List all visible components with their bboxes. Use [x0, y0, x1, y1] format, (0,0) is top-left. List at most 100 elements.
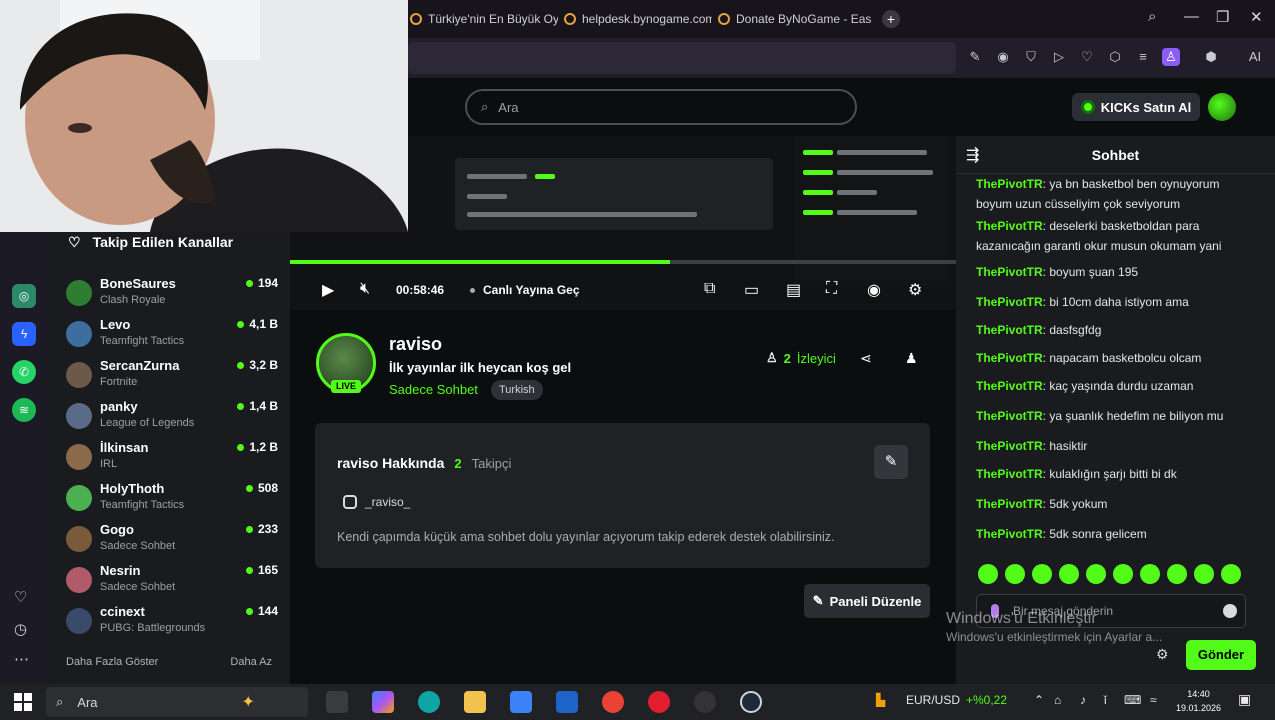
- go-live-button[interactable]: Canlı Yayına Geç: [470, 283, 580, 297]
- send-button[interactable]: Gönder: [1186, 640, 1256, 670]
- spotify-icon[interactable]: ≋: [12, 398, 36, 422]
- chat-message[interactable]: ThePivotTR: ya şuanlık hedefim ne biliyo…: [976, 406, 1256, 426]
- chat-message[interactable]: ThePivotTR: kaç yaşında durdu uzaman: [976, 376, 1256, 396]
- emote-icon[interactable]: [1140, 564, 1160, 584]
- theater-icon[interactable]: ▭: [744, 280, 759, 300]
- edit-about-button[interactable]: ✎: [874, 445, 908, 479]
- emote-icon[interactable]: [1086, 564, 1106, 584]
- playback-progress[interactable]: [290, 260, 956, 264]
- start-icon[interactable]: [14, 693, 32, 711]
- messenger-icon[interactable]: ϟ: [12, 322, 36, 346]
- profile-icon[interactable]: ♙: [1162, 48, 1180, 66]
- followed-channel[interactable]: İlkinsan IRL 1,2 B: [66, 440, 278, 476]
- emote-icon[interactable]: [1005, 564, 1025, 584]
- chat-username[interactable]: ThePivotTR: [976, 265, 1043, 279]
- task-view-icon[interactable]: [326, 691, 348, 713]
- search-input[interactable]: ⌕ Ara: [465, 89, 857, 125]
- minimize-icon[interactable]: —: [1184, 8, 1199, 25]
- chat-message[interactable]: ThePivotTR: napacam basketbolcu olcam: [976, 348, 1256, 368]
- user-settings-icon[interactable]: ♟: [905, 350, 918, 367]
- followed-channel[interactable]: Levo Teamfight Tactics 4,1 B: [66, 317, 278, 353]
- emote-icon[interactable]: [1059, 564, 1079, 584]
- shield-icon[interactable]: ⛉: [1022, 48, 1040, 66]
- chat-username[interactable]: ThePivotTR: [976, 177, 1043, 191]
- wifi-icon[interactable]: ≈: [1150, 693, 1157, 707]
- stream-category[interactable]: Sadece Sohbet: [389, 382, 478, 397]
- chat-message[interactable]: ThePivotTR: kulaklığın şarjı bitti bi dk: [976, 464, 1256, 484]
- more-icon[interactable]: ⋯: [14, 650, 29, 668]
- mute-icon[interactable]: 🔇︎: [360, 280, 370, 298]
- emote-icon[interactable]: [1221, 564, 1241, 584]
- address-bar[interactable]: [408, 42, 956, 74]
- settings-icon[interactable]: ⚙: [908, 280, 922, 300]
- camera-icon[interactable]: ◉: [994, 48, 1012, 66]
- followed-channel[interactable]: BoneSaures Clash Royale 194: [66, 276, 278, 312]
- chat-message[interactable]: ThePivotTR: ya bn basketbol ben oynuyoru…: [976, 174, 1256, 214]
- clip-icon[interactable]: ◉: [867, 280, 881, 300]
- opera-icon[interactable]: [648, 691, 670, 713]
- chat-message[interactable]: ThePivotTR: deselerki basketboldan para …: [976, 216, 1256, 256]
- file-explorer-icon[interactable]: [464, 691, 486, 713]
- chat-message[interactable]: ThePivotTR: dasfsgfdg: [976, 320, 1256, 340]
- player-icon[interactable]: ▷: [1050, 48, 1068, 66]
- language-tag[interactable]: Turkish: [491, 380, 543, 400]
- emote-icon[interactable]: [1194, 564, 1214, 584]
- tray-chevron-icon[interactable]: ⌃: [1034, 693, 1044, 707]
- chat-message[interactable]: ThePivotTR: 5dk yokum: [976, 494, 1256, 514]
- chat-message[interactable]: ThePivotTR: boyum şuan 195: [976, 262, 1256, 282]
- outlook-icon[interactable]: [556, 691, 578, 713]
- chat-message[interactable]: ThePivotTR: hasiktir: [976, 436, 1256, 456]
- system-clock[interactable]: 14:40 19.01.2026: [1176, 687, 1221, 715]
- mic-tray-icon[interactable]: ǐ: [1104, 693, 1107, 707]
- menu-icon[interactable]: ≡: [1134, 48, 1152, 66]
- show-more-link[interactable]: Daha Fazla Göster: [66, 656, 158, 668]
- chat-username[interactable]: ThePivotTR: [976, 409, 1043, 423]
- fullscreen-icon[interactable]: ⛶: [826, 280, 837, 298]
- chat-username[interactable]: ThePivotTR: [976, 439, 1043, 453]
- emote-icon[interactable]: [1032, 564, 1052, 584]
- app-icon[interactable]: ◎: [12, 284, 36, 308]
- pip-icon[interactable]: ⧉: [704, 280, 715, 298]
- chat-username[interactable]: ThePivotTR: [976, 219, 1043, 233]
- volume-icon[interactable]: ♪: [1080, 693, 1086, 707]
- followed-channel[interactable]: HolyThoth Teamfight Tactics 508: [66, 481, 278, 517]
- followed-channel[interactable]: Gogo Sadece Sohbet 233: [66, 522, 278, 558]
- chat-message[interactable]: ThePivotTR: bi 10cm daha istiyom ama: [976, 292, 1256, 312]
- restore-icon[interactable]: ❐: [1216, 8, 1229, 26]
- edit-panel-button[interactable]: ✎ Paneli Düzenle: [804, 584, 930, 618]
- taskbar-search[interactable]: ⌕ Ara ✦: [46, 687, 308, 717]
- emoji-icon[interactable]: [1223, 604, 1237, 618]
- obs-icon[interactable]: [694, 691, 716, 713]
- followed-channel[interactable]: SercanZurna Fortnite 3,2 B: [66, 358, 278, 394]
- chat-username[interactable]: ThePivotTR: [976, 379, 1043, 393]
- ai-button[interactable]: AI: [1240, 48, 1270, 66]
- emote-icon[interactable]: [1167, 564, 1187, 584]
- followed-channel[interactable]: panky League of Legends 1,4 B: [66, 399, 278, 435]
- chat-settings-icon[interactable]: ⚙: [1156, 646, 1169, 663]
- whatsapp-icon[interactable]: ✆: [12, 360, 36, 384]
- app-icon[interactable]: [740, 691, 762, 713]
- edit-icon[interactable]: ✎: [966, 48, 984, 66]
- browser-tab-2[interactable]: helpdesk.bynogame.com/ ×: [564, 6, 712, 32]
- chrome-icon[interactable]: [602, 691, 624, 713]
- user-avatar[interactable]: [1208, 93, 1236, 121]
- followed-channel[interactable]: Nesrin Sadece Sohbet 165: [66, 563, 278, 599]
- emote-icon[interactable]: [1113, 564, 1133, 584]
- ticker-label[interactable]: EUR/USD: [906, 693, 960, 707]
- channel-name[interactable]: raviso: [389, 334, 442, 355]
- browser-tab-1[interactable]: Türkiye'nin En Büyük Oyu ×: [410, 6, 558, 32]
- close-window-icon[interactable]: ✕: [1250, 8, 1263, 26]
- copilot-icon[interactable]: [372, 691, 394, 713]
- chat-username[interactable]: ThePivotTR: [976, 527, 1043, 541]
- browser-tab-3[interactable]: Donate ByNoGame - Eas ×: [718, 6, 872, 32]
- emote-icon[interactable]: [978, 564, 998, 584]
- chat-username[interactable]: ThePivotTR: [976, 467, 1043, 481]
- network-icon[interactable]: ⌂: [1054, 693, 1061, 707]
- language-icon[interactable]: ⌨: [1124, 693, 1141, 707]
- instagram-link[interactable]: _raviso_: [343, 495, 410, 509]
- show-less-link[interactable]: Daha Az: [230, 656, 272, 668]
- edge-icon[interactable]: [418, 691, 440, 713]
- chat-username[interactable]: ThePivotTR: [976, 497, 1043, 511]
- share-icon[interactable]: ⋖: [860, 350, 872, 367]
- heart-icon[interactable]: ♡: [1078, 48, 1096, 66]
